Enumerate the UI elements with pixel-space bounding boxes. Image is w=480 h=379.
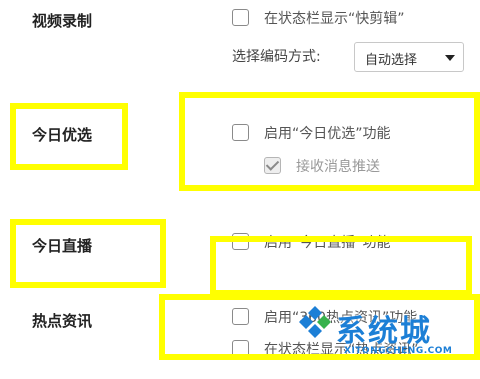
chevron-down-icon <box>445 55 455 61</box>
watermark-url: XITONGCHENG.COM <box>344 346 453 356</box>
watermark-text: 系统城 <box>336 314 432 349</box>
option-show-kuaijianji-label: 在状态栏显示“快剪辑” <box>264 11 405 27</box>
section-label-video-recording: 视频录制 <box>32 12 93 30</box>
encoding-label: 选择编码方式: <box>232 49 321 65</box>
checkbox-show-kuaijianji[interactable] <box>232 9 249 26</box>
watermark-logo-icon <box>299 306 331 338</box>
highlight-box-today-pick-label <box>10 103 128 170</box>
encoding-select[interactable]: 自动选择 <box>354 42 464 72</box>
encoding-select-value: 自动选择 <box>365 53 418 68</box>
section-label-hot-news: 热点资讯 <box>32 312 93 330</box>
highlight-box-today-live-label <box>10 219 166 288</box>
highlight-box-today-live-options <box>210 236 472 296</box>
highlight-box-today-pick-options <box>179 92 480 191</box>
